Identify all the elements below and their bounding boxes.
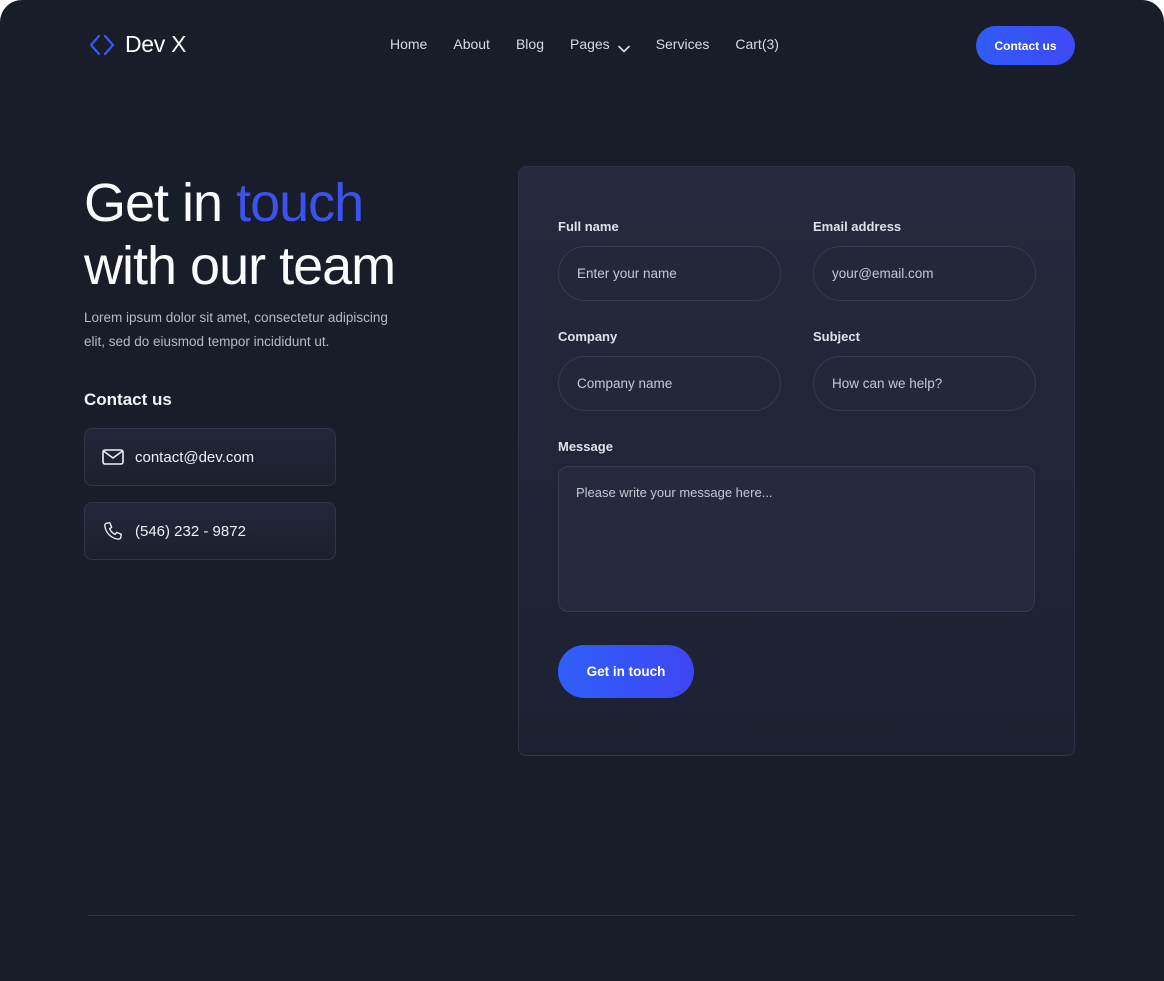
brand-logo[interactable]: Dev X (88, 31, 186, 58)
company-label: Company (558, 329, 618, 344)
full-name-input[interactable] (558, 246, 781, 301)
contact-form: Full name Email address Company Subject … (518, 166, 1075, 756)
contact-email-value: contact@dev.com (135, 448, 255, 466)
brand-name: Dev X (125, 31, 187, 57)
nav-item-label: Home (390, 36, 428, 52)
nav-item-label: Cart(3) (735, 36, 779, 52)
email-field[interactable] (813, 246, 1036, 301)
code-brackets-icon (88, 32, 116, 58)
contact-phone-card[interactable]: (546) 232 - 9872 (84, 502, 336, 560)
title-prefix: Get in (84, 173, 237, 233)
subject-label: Subject (813, 329, 860, 344)
subject-input[interactable] (813, 356, 1036, 411)
message-label: Message (558, 439, 613, 454)
contact-email-card[interactable]: contact@dev.com (84, 428, 336, 486)
nav-item-label: Pages (569, 36, 610, 52)
mail-icon (101, 445, 125, 469)
nav-item-blog[interactable]: Blog (516, 36, 544, 52)
page-title: Get in touch with our team (84, 172, 396, 298)
title-accent: touch (236, 173, 364, 233)
nav-item-label: Blog (515, 36, 544, 52)
footer-divider (88, 915, 1075, 916)
message-textarea[interactable] (558, 466, 1035, 612)
email-label: Email address (813, 219, 902, 234)
nav-item-cart[interactable]: Cart(3) (735, 36, 779, 52)
full-name-label: Full name (558, 219, 619, 234)
contact-us-button[interactable]: Contact us (976, 26, 1075, 65)
get-in-touch-button[interactable]: Get in touch (558, 645, 694, 698)
nav-item-services[interactable]: Services (656, 36, 710, 52)
nav-item-label: Services (655, 36, 710, 52)
company-input[interactable] (558, 356, 781, 411)
nav-item-home[interactable]: Home (390, 36, 427, 52)
nav-item-about[interactable]: About (453, 36, 490, 52)
page-frame: Dev X Home About Blog Pages Services Car… (0, 0, 1164, 981)
phone-icon (101, 519, 125, 543)
contact-heading: Contact us (84, 390, 172, 409)
title-line2: with our team (84, 236, 396, 296)
chevron-down-icon (617, 40, 630, 53)
contact-phone-value: (546) 232 - 9872 (135, 522, 246, 540)
main-nav: Home About Blog Pages Services Cart(3) (390, 36, 779, 53)
hero-subtitle: Lorem ipsum dolor sit amet, consectetur … (84, 310, 388, 349)
nav-item-label: About (453, 36, 490, 52)
nav-item-pages[interactable]: Pages (569, 36, 630, 53)
